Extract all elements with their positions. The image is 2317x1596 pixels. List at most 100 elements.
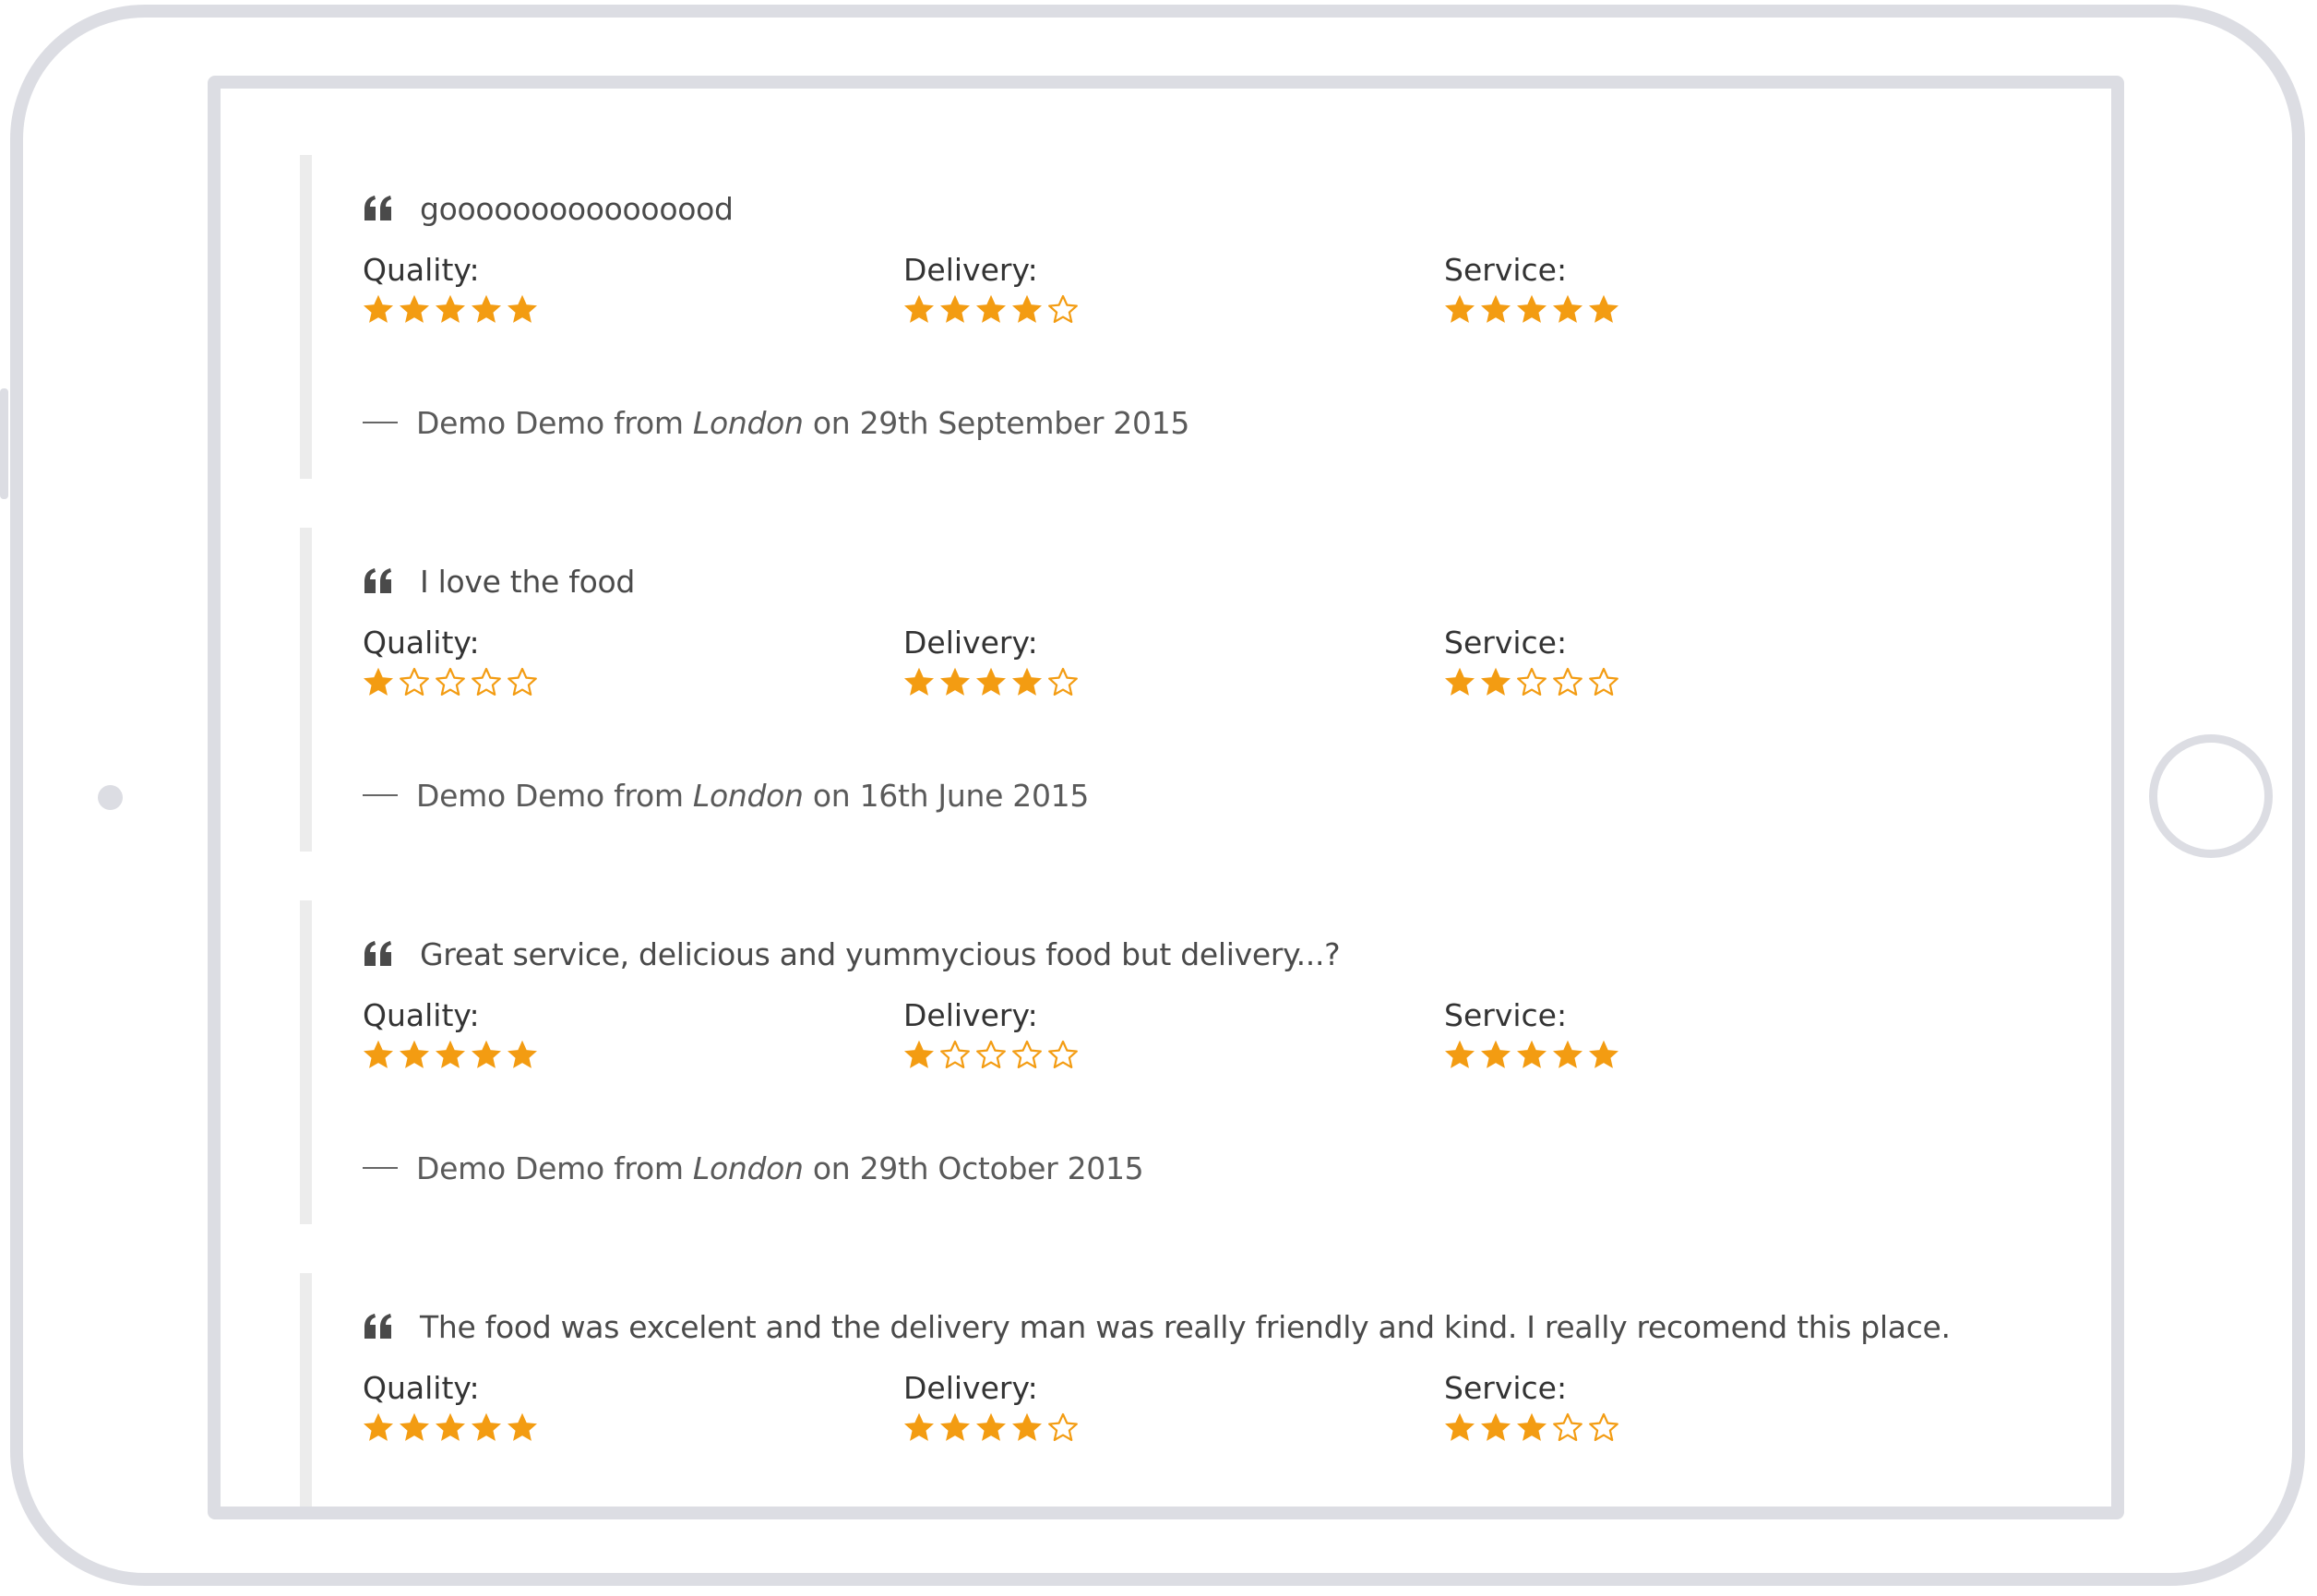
- rating-quality: Quality:: [363, 997, 824, 1077]
- review-author: Demo Demo from London on 29th September …: [363, 402, 2053, 443]
- on-word: on: [812, 404, 851, 441]
- star-filled-icon: [435, 1412, 471, 1444]
- em-dash: [363, 422, 398, 423]
- star-filled-icon: [363, 667, 399, 698]
- review-quote: The food was excelent and the delivery m…: [363, 1308, 2053, 1345]
- star-filled-icon: [363, 1040, 399, 1071]
- star-filled-icon: [399, 294, 435, 326]
- review-ratings: Quality: Delivery: Service:: [363, 997, 2053, 1071]
- em-dash: [363, 794, 398, 796]
- star-filled-icon: [435, 1040, 471, 1071]
- review-quote: goooooooooooooood: [363, 190, 2053, 227]
- star-rating-quality: [363, 1040, 824, 1077]
- from-word: from: [614, 1149, 684, 1186]
- rating-label-delivery: Delivery:: [903, 625, 1038, 661]
- rating-label-quality: Quality:: [363, 625, 480, 661]
- star-rating-service: [1444, 294, 1905, 331]
- review-date: 29th October 2015: [859, 1149, 1144, 1186]
- review-date: 29th September 2015: [859, 404, 1190, 441]
- star-outline-icon: [1588, 1412, 1624, 1444]
- review-date: 16th June 2015: [859, 777, 1090, 814]
- star-outline-icon: [1552, 667, 1588, 698]
- star-filled-icon: [1480, 1040, 1516, 1071]
- star-filled-icon: [471, 294, 507, 326]
- star-outline-icon: [435, 667, 471, 698]
- rating-service: Service:: [1444, 252, 1905, 331]
- author-name: Demo Demo: [416, 404, 604, 441]
- on-word: on: [812, 777, 851, 814]
- star-filled-icon: [1588, 1040, 1624, 1071]
- review-card: Great service, delicious and yummycious …: [300, 900, 2053, 1224]
- review-text: Great service, delicious and yummycious …: [420, 935, 1341, 972]
- star-rating-quality: [363, 1412, 824, 1449]
- star-rating-service: [1444, 1040, 1905, 1077]
- star-outline-icon: [1552, 1412, 1588, 1444]
- rating-delivery: Delivery:: [903, 252, 1365, 331]
- star-filled-icon: [975, 1412, 1011, 1444]
- reviews-list: goooooooooooooood Quality: Delivery: Ser…: [221, 89, 2111, 1507]
- review-author: Demo Demo from London on 29th October 20…: [363, 1148, 2053, 1188]
- star-outline-icon: [399, 667, 435, 698]
- author-location: London: [692, 777, 804, 814]
- star-filled-icon: [363, 294, 399, 326]
- star-outline-icon: [1047, 667, 1083, 698]
- review-card: The food was excelent and the delivery m…: [300, 1273, 2053, 1507]
- author-name: Demo Demo: [416, 777, 604, 814]
- tablet-side-button: [0, 388, 8, 499]
- review-quote: Great service, delicious and yummycious …: [363, 935, 2053, 972]
- star-outline-icon: [975, 1040, 1011, 1071]
- author-location: London: [692, 1149, 804, 1186]
- star-filled-icon: [1552, 294, 1588, 326]
- star-filled-icon: [939, 1412, 975, 1444]
- rating-label-service: Service:: [1444, 252, 1568, 288]
- rating-label-delivery: Delivery:: [903, 1370, 1038, 1406]
- rating-label-service: Service:: [1444, 1370, 1568, 1406]
- star-filled-icon: [399, 1412, 435, 1444]
- rating-delivery: Delivery:: [903, 625, 1365, 704]
- star-filled-icon: [1480, 1412, 1516, 1444]
- star-outline-icon: [1047, 1040, 1083, 1071]
- review-ratings: Quality: Delivery: Service:: [363, 252, 2053, 326]
- from-word: from: [614, 777, 684, 814]
- star-filled-icon: [1516, 1040, 1552, 1071]
- rating-service: Service:: [1444, 1370, 1905, 1449]
- review-text: goooooooooooooood: [420, 190, 734, 227]
- star-outline-icon: [1011, 1040, 1047, 1071]
- author-name: Demo Demo: [416, 1149, 604, 1186]
- review-quote: I love the food: [363, 563, 2053, 600]
- star-filled-icon: [903, 1412, 939, 1444]
- star-filled-icon: [975, 667, 1011, 698]
- rating-quality: Quality:: [363, 1370, 824, 1449]
- rating-label-service: Service:: [1444, 625, 1568, 661]
- star-filled-icon: [435, 294, 471, 326]
- star-filled-icon: [1444, 667, 1480, 698]
- review-text: I love the food: [420, 563, 635, 600]
- star-filled-icon: [471, 1040, 507, 1071]
- rating-quality: Quality:: [363, 625, 824, 704]
- star-filled-icon: [939, 667, 975, 698]
- rating-label-quality: Quality:: [363, 997, 480, 1033]
- star-filled-icon: [903, 1040, 939, 1071]
- quote-left-icon: [363, 195, 394, 222]
- star-outline-icon: [1047, 294, 1083, 326]
- star-filled-icon: [939, 294, 975, 326]
- star-filled-icon: [1444, 1412, 1480, 1444]
- review-author: Demo Demo from London on 16th June 2015: [363, 775, 2053, 816]
- star-filled-icon: [1516, 294, 1552, 326]
- tablet-screen: goooooooooooooood Quality: Delivery: Ser…: [208, 76, 2124, 1519]
- rating-label-delivery: Delivery:: [903, 997, 1038, 1033]
- rating-label-delivery: Delivery:: [903, 252, 1038, 288]
- from-word: from: [614, 404, 684, 441]
- star-filled-icon: [1011, 1412, 1047, 1444]
- star-filled-icon: [507, 294, 543, 326]
- rating-delivery: Delivery:: [903, 1370, 1365, 1449]
- star-filled-icon: [1480, 667, 1516, 698]
- star-outline-icon: [1516, 667, 1552, 698]
- star-outline-icon: [1588, 667, 1624, 698]
- star-filled-icon: [1011, 667, 1047, 698]
- rating-delivery: Delivery:: [903, 997, 1365, 1077]
- review-card: I love the food Quality: Delivery: Servi…: [300, 528, 2053, 852]
- quote-left-icon: [363, 567, 394, 595]
- star-rating-delivery: [903, 667, 1365, 704]
- star-filled-icon: [1480, 294, 1516, 326]
